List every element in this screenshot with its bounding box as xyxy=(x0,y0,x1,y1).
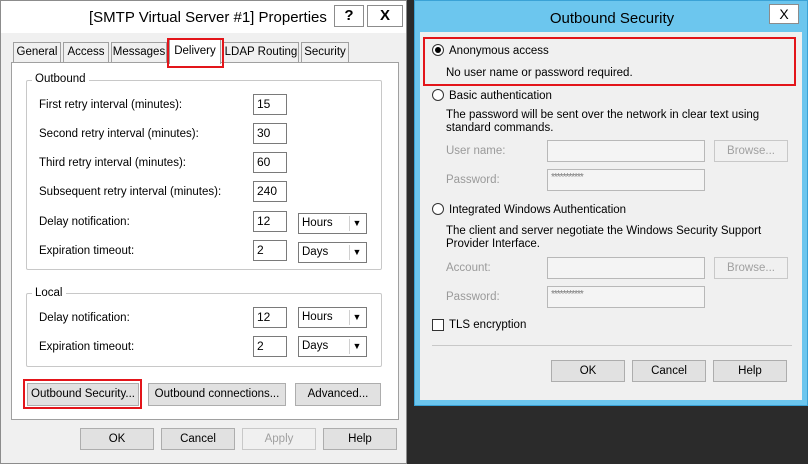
dialog-title: Outbound Security xyxy=(549,10,675,27)
tls-encryption-label[interactable]: TLS encryption xyxy=(449,319,526,331)
local-expiration-unit-select[interactable]: Days ▼ xyxy=(298,336,367,357)
tab-ldap-routing[interactable]: LDAP Routing xyxy=(223,42,299,62)
help-caption-button[interactable]: ? xyxy=(334,5,364,27)
third-retry-label: Third retry interval (minutes): xyxy=(39,157,186,169)
apply-button[interactable]: Apply xyxy=(242,428,316,450)
outbound-expiration-unit-select[interactable]: Days ▼ xyxy=(298,242,367,263)
basic-password-label: Password: xyxy=(446,174,500,186)
local-delay-unit-value: Hours xyxy=(302,311,333,323)
basic-auth-radio[interactable] xyxy=(432,89,444,101)
integrated-auth-label[interactable]: Integrated Windows Authentication xyxy=(449,204,626,216)
dialog-title: [SMTP Virtual Server #1] Properties xyxy=(89,9,327,26)
outbound-security-button[interactable]: Outbound Security... xyxy=(27,383,139,406)
first-retry-input[interactable]: 15 xyxy=(253,94,287,115)
outbound-delay-label: Delay notification: xyxy=(39,216,130,228)
ok-button[interactable]: OK xyxy=(551,360,625,382)
integrated-account-input[interactable] xyxy=(547,257,705,279)
integrated-auth-radio[interactable] xyxy=(432,203,444,215)
anonymous-access-radio[interactable] xyxy=(432,44,444,56)
basic-password-input[interactable]: *********** xyxy=(547,169,705,191)
chevron-down-icon: ▼ xyxy=(349,245,364,260)
cancel-button[interactable]: Cancel xyxy=(161,428,235,450)
local-expiration-unit-value: Days xyxy=(302,340,329,352)
anonymous-access-label[interactable]: Anonymous access xyxy=(449,45,549,57)
basic-browse-button[interactable]: Browse... xyxy=(714,140,788,162)
local-delay-input[interactable]: 12 xyxy=(253,307,287,328)
chevron-down-icon: ▼ xyxy=(349,339,364,354)
cancel-button[interactable]: Cancel xyxy=(632,360,706,382)
local-legend: Local xyxy=(32,287,66,299)
integrated-password-input[interactable]: *********** xyxy=(547,286,705,308)
desktop-background xyxy=(407,406,808,464)
ok-button[interactable]: OK xyxy=(80,428,154,450)
tab-general[interactable]: General xyxy=(13,42,61,62)
tab-messages[interactable]: Messages xyxy=(111,42,167,62)
third-retry-input[interactable]: 60 xyxy=(253,152,287,173)
basic-auth-label[interactable]: Basic authentication xyxy=(449,90,552,102)
basic-auth-desc: The password will be sent over the netwo… xyxy=(446,109,760,134)
anonymous-access-desc: No user name or password required. xyxy=(446,67,633,79)
integrated-password-label: Password: xyxy=(446,291,500,303)
basic-user-name-input[interactable] xyxy=(547,140,705,162)
chevron-down-icon: ▼ xyxy=(349,310,364,325)
smtp-properties-dialog: [SMTP Virtual Server #1] Properties ? X … xyxy=(0,0,407,464)
outbound-delay-unit-value: Hours xyxy=(302,217,333,229)
integrated-account-label: Account: xyxy=(446,262,491,274)
tab-security[interactable]: Security xyxy=(301,42,349,62)
separator xyxy=(432,345,792,346)
subsequent-retry-input[interactable]: 240 xyxy=(253,181,287,202)
local-expiration-label: Expiration timeout: xyxy=(39,341,135,353)
integrated-auth-desc: The client and server negotiate the Wind… xyxy=(446,225,762,250)
advanced-button[interactable]: Advanced... xyxy=(295,383,381,406)
second-retry-input[interactable]: 30 xyxy=(253,123,287,144)
close-caption-button[interactable]: X xyxy=(769,4,799,24)
basic-user-name-label: User name: xyxy=(446,145,506,157)
close-caption-button[interactable]: X xyxy=(367,5,403,27)
local-delay-label: Delay notification: xyxy=(39,312,130,324)
outbound-legend: Outbound xyxy=(32,73,89,85)
help-button[interactable]: Help xyxy=(323,428,397,450)
tls-encryption-checkbox[interactable] xyxy=(432,319,444,331)
local-delay-unit-select[interactable]: Hours ▼ xyxy=(298,307,367,328)
outbound-delay-input[interactable]: 12 xyxy=(253,211,287,232)
outbound-expiration-input[interactable]: 2 xyxy=(253,240,287,261)
second-retry-label: Second retry interval (minutes): xyxy=(39,128,199,140)
outbound-expiration-label: Expiration timeout: xyxy=(39,245,135,257)
subsequent-retry-label: Subsequent retry interval (minutes): xyxy=(39,186,222,198)
first-retry-label: First retry interval (minutes): xyxy=(39,99,183,111)
chevron-down-icon: ▼ xyxy=(349,216,364,231)
help-button[interactable]: Help xyxy=(713,360,787,382)
local-expiration-input[interactable]: 2 xyxy=(253,336,287,357)
tab-delivery[interactable]: Delivery xyxy=(169,39,221,64)
integrated-browse-button[interactable]: Browse... xyxy=(714,257,788,279)
title-bar: [SMTP Virtual Server #1] Properties ? X xyxy=(1,1,406,33)
outbound-delay-unit-select[interactable]: Hours ▼ xyxy=(298,213,367,234)
outbound-expiration-unit-value: Days xyxy=(302,246,329,258)
tab-access[interactable]: Access xyxy=(63,42,109,62)
outbound-connections-button[interactable]: Outbound connections... xyxy=(148,383,286,406)
